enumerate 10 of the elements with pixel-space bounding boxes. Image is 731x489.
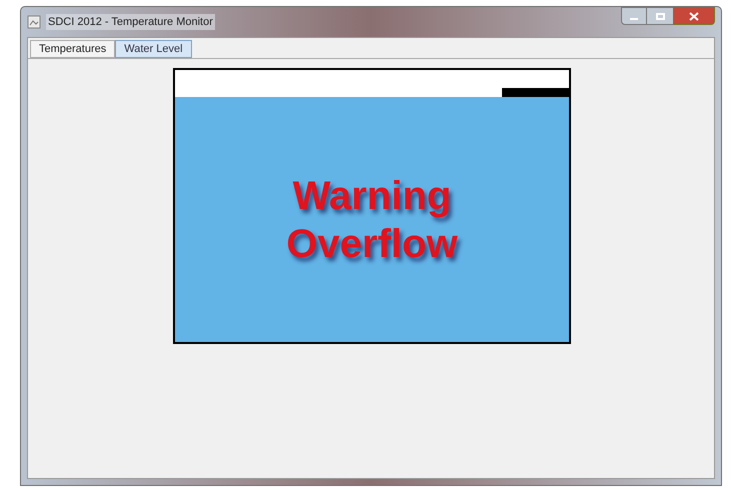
tab[interactable]: Temperatures [30, 40, 116, 58]
tab[interactable]: Water Level [115, 40, 192, 58]
window-icon [27, 15, 41, 29]
minimize-button[interactable] [621, 7, 647, 25]
warning-text: Warning [292, 172, 452, 220]
window-title: SDCI 2012 - Temperature Monitor [46, 14, 215, 30]
warning-text: Overflow [286, 220, 458, 268]
maximize-button[interactable] [647, 7, 673, 25]
close-button[interactable] [673, 7, 715, 25]
close-icon [689, 12, 699, 20]
